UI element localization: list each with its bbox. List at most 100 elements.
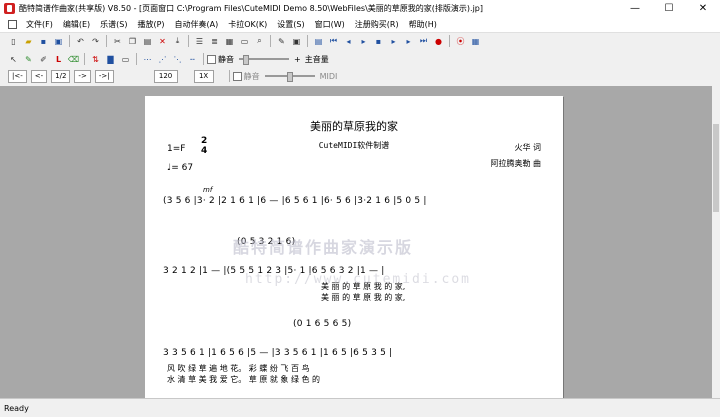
- download-icon[interactable]: ⤓: [171, 35, 184, 48]
- time-sig-bottom: 4: [201, 146, 208, 156]
- record-list-icon[interactable]: ▤: [312, 35, 325, 48]
- paste-icon[interactable]: ▤: [141, 35, 154, 48]
- pencil-icon[interactable]: ✎: [22, 53, 35, 66]
- window-title: 酷特简谱作曲家(共享版) V8.50 - [页面窗口 C:\Program Fi…: [19, 4, 483, 13]
- save-icon[interactable]: ▪: [37, 35, 50, 48]
- stop-icon[interactable]: ▸: [387, 35, 400, 48]
- track1-slider-thumb[interactable]: [243, 55, 249, 65]
- cut-icon[interactable]: ✂: [111, 35, 124, 48]
- mute-track-1[interactable]: 静音: [207, 54, 234, 65]
- tempo-mark: ♩= 67: [167, 163, 194, 173]
- eraser-icon[interactable]: ⌫: [67, 53, 80, 66]
- page-indicator: 1/2: [51, 69, 71, 83]
- lower-dots-icon[interactable]: ⋰: [156, 53, 169, 66]
- score-page[interactable]: 美丽的草原我的家 CuteMIDI软件制谱 火华 词 阿拉腾奥勒 曲 1=F 2…: [145, 96, 563, 398]
- page-view[interactable]: 美丽的草原我的家 CuteMIDI软件制谱 火华 词 阿拉腾奥勒 曲 1=F 2…: [0, 86, 712, 398]
- mute-track-2[interactable]: 静音: [232, 71, 260, 82]
- transpose-icon[interactable]: ⇅: [89, 53, 102, 66]
- composer: 阿拉腾奥勒 曲: [490, 159, 541, 168]
- lyric-line-3b: 美 丽 的 草 原 我 的 家,: [321, 293, 406, 302]
- lyric-line-5a: 风 吹 绿 草 遍 地 花。 彩 蝶 纷 飞 百 鸟: [167, 364, 310, 373]
- vertical-scrollbar[interactable]: [712, 86, 720, 398]
- watermark-url: http://www.cutemidi.com: [245, 272, 472, 287]
- menu-edit[interactable]: 编辑(E): [58, 19, 95, 30]
- pen-icon[interactable]: ✎: [275, 35, 288, 48]
- menu-window[interactable]: 窗口(W): [310, 19, 350, 30]
- next-page-button[interactable]: ->: [74, 69, 91, 83]
- scrollbar-thumb[interactable]: [713, 124, 719, 212]
- skip-forward-icon[interactable]: ⏭: [417, 35, 430, 48]
- app-icon: [4, 3, 15, 14]
- zoom-icon[interactable]: ⌕: [253, 35, 266, 48]
- menu-play[interactable]: 播放(P): [132, 19, 169, 30]
- menu-help[interactable]: 帮助(H): [404, 19, 442, 30]
- lyric-l-icon[interactable]: L: [52, 53, 65, 66]
- menu-register[interactable]: 注册购买(R): [350, 19, 404, 30]
- main-toolbar: ▯ ▰ ▪ ▣ ↶ ↷ ✂ ❐ ▤ ✕ ⤓ ☰ ≣ ▦ ▭ ⌕ ✎ ▣ ▤ ⏮ …: [0, 33, 720, 49]
- redo-icon[interactable]: ↷: [89, 35, 102, 48]
- open-folder-icon[interactable]: ▰: [22, 35, 35, 48]
- lyricist: 火华 词: [514, 143, 541, 152]
- copy-icon[interactable]: ❐: [126, 35, 139, 48]
- dots-icon[interactable]: ⋯: [141, 53, 154, 66]
- delete-icon[interactable]: ✕: [156, 35, 169, 48]
- maximize-button[interactable]: ☐: [652, 0, 686, 17]
- list-icon[interactable]: ≣: [208, 35, 221, 48]
- brush-icon[interactable]: ✐: [37, 53, 50, 66]
- first-page-button[interactable]: |<-: [8, 69, 27, 83]
- document-icon[interactable]: [8, 20, 17, 29]
- score-line-1: (3 5 6 |3· 2 |2 1 6 1 |6 — |6 5 6 1 |6· …: [163, 196, 427, 206]
- watermark-text: 酷特简谱作曲家演示版: [233, 238, 414, 257]
- mute2-checkbox[interactable]: [232, 71, 242, 81]
- edit-toolbar: ↖ ✎ ✐ L ⌫ ⇅ ▇ ▭ ⋯ ⋰ ⋱ ╌ 静音 + 主音量: [0, 51, 720, 67]
- rewind-icon[interactable]: ◂: [342, 35, 355, 48]
- track2-slider[interactable]: [264, 72, 315, 82]
- menu-score[interactable]: 乐谱(S): [95, 19, 132, 30]
- mute1-checkbox[interactable]: [207, 54, 216, 64]
- loop-icon[interactable]: ⦿: [454, 35, 467, 48]
- menu-file[interactable]: 文件(F): [21, 19, 58, 30]
- menu-settings[interactable]: 设置(S): [272, 19, 309, 30]
- nav-toolbar: |<- <- 1/2 -> ->| 120 1X 静音 MIDI: [0, 68, 720, 84]
- score-line-4: (0 1 6 5 6 5): [293, 319, 352, 329]
- time-sig-top: 2: [201, 136, 208, 146]
- upper-dots-icon[interactable]: ⋱: [171, 53, 184, 66]
- close-button[interactable]: ✕: [686, 0, 720, 17]
- prev-page-button[interactable]: <-: [30, 69, 48, 83]
- master-volume-label: 主音量: [304, 54, 329, 64]
- dash-icon[interactable]: ╌: [186, 53, 199, 66]
- track1-slider[interactable]: [239, 55, 289, 65]
- skip-back-icon[interactable]: ⏮: [327, 35, 340, 48]
- plus-label: +: [294, 54, 301, 64]
- mute2-label: 静音: [243, 71, 260, 81]
- select-arrow-icon[interactable]: ↖: [7, 53, 20, 66]
- grid2-icon[interactable]: ▦: [469, 35, 482, 48]
- tempo-field[interactable]: 120: [153, 69, 178, 83]
- measure-icon[interactable]: ▭: [119, 53, 132, 66]
- key-signature: 1=F: [167, 144, 186, 154]
- mute1-label: 静音: [218, 54, 234, 64]
- speed-field[interactable]: 1X: [193, 69, 214, 83]
- status-bar: Ready: [0, 398, 720, 417]
- title-bar: 酷特简谱作曲家(共享版) V8.50 - [页面窗口 C:\Program Fi…: [0, 0, 720, 17]
- minimize-button[interactable]: —: [618, 0, 652, 17]
- play-icon[interactable]: ▸: [357, 35, 370, 48]
- score-line-5: 3 3 5 6 1 |1 6 5 6 |5 — |3 3 5 6 1 |1 6 …: [163, 348, 393, 358]
- image-icon[interactable]: ▇: [104, 53, 117, 66]
- score-subtitle: CuteMIDI软件制谱: [318, 141, 390, 150]
- last-page-button[interactable]: ->|: [94, 69, 114, 83]
- page-icon[interactable]: ▭: [238, 35, 251, 48]
- forward-icon[interactable]: ▸: [402, 35, 415, 48]
- pause-icon[interactable]: ▪: [372, 35, 385, 48]
- save-as-icon[interactable]: ▣: [52, 35, 65, 48]
- track2-slider-thumb[interactable]: [286, 72, 293, 82]
- new-file-icon[interactable]: ▯: [7, 35, 20, 48]
- grid-icon[interactable]: ▦: [223, 35, 236, 48]
- record-icon[interactable]: ●: [432, 35, 445, 48]
- undo-icon[interactable]: ↶: [74, 35, 87, 48]
- menu-accompaniment[interactable]: 自动伴奏(A): [170, 19, 224, 30]
- view-icon[interactable]: ▣: [290, 35, 303, 48]
- dynamic-mark: mf: [203, 186, 213, 194]
- menu-karaoke[interactable]: 卡拉OK(K): [223, 19, 272, 30]
- align-icon[interactable]: ☰: [193, 35, 206, 48]
